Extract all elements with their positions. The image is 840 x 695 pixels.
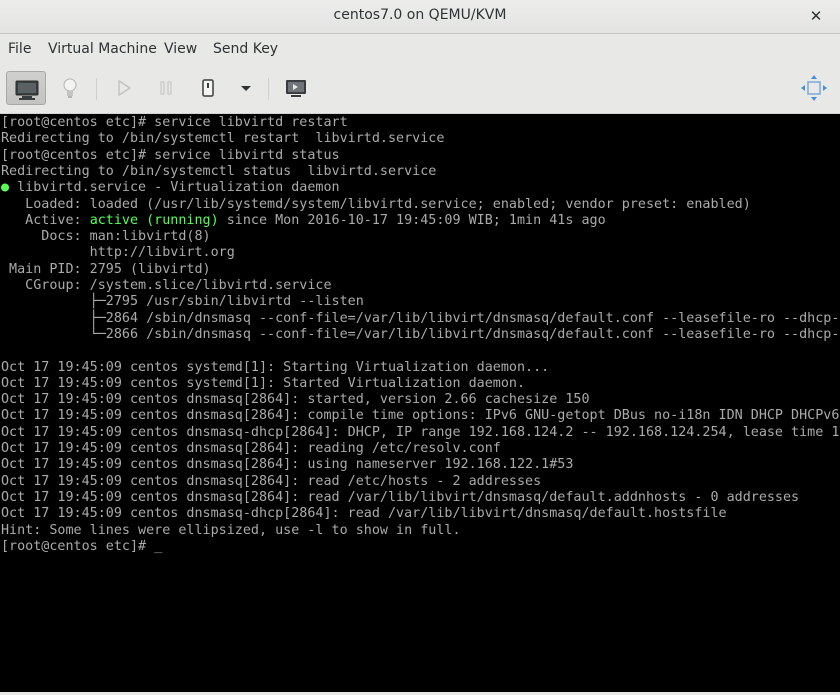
shell-prompt: [root@centos etc]# bbox=[1, 538, 155, 554]
run-icon bbox=[118, 79, 132, 97]
window-title: centos7.0 on QEMU/KVM bbox=[333, 7, 507, 23]
terminal-line: Oct 17 19:45:09 centos dnsmasq[2864]: st… bbox=[1, 392, 590, 408]
menu-virtual-machine[interactable]: Virtual Machine bbox=[48, 41, 157, 57]
console-view-button[interactable] bbox=[6, 71, 46, 105]
terminal-line: ├─2795 /usr/sbin/libvirtd --listen bbox=[1, 294, 364, 310]
close-icon: ✕ bbox=[809, 7, 823, 25]
terminal-line: [root@centos etc]# service libvirtd rest… bbox=[1, 115, 348, 130]
shutdown-icon bbox=[202, 79, 214, 97]
shutdown-menu-chevron-icon bbox=[241, 86, 251, 91]
vm-console[interactable]: [root@centos etc]# service libvirtd rest… bbox=[0, 114, 840, 692]
active-since: since Mon 2016-10-17 19:45:09 WIB; 1min … bbox=[218, 212, 606, 228]
toolbar-separator bbox=[96, 78, 97, 100]
terminal-line: Redirecting to /bin/systemctl restart li… bbox=[1, 131, 445, 147]
terminal-line: Main PID: 2795 (libvirtd) bbox=[1, 261, 211, 277]
terminal-line: Hint: Some lines were ellipsized, use -l… bbox=[1, 522, 461, 538]
terminal-line: ├─2864 /sbin/dnsmasq --conf-file=/var/li… bbox=[1, 310, 840, 326]
terminal-line-active: Active: active (running) since Mon 2016-… bbox=[1, 212, 606, 229]
console-view-icon bbox=[15, 80, 39, 100]
terminal-line: Oct 17 19:45:09 centos dnsmasq[2864]: re… bbox=[1, 489, 800, 505]
terminal-line: Oct 17 19:45:09 centos dnsmasq-dhcp[2864… bbox=[1, 506, 727, 522]
menu-bar: File Virtual Machine View Send Key bbox=[0, 34, 840, 64]
details-button[interactable] bbox=[52, 71, 88, 105]
menu-view[interactable]: View bbox=[164, 41, 197, 57]
pause-button[interactable] bbox=[148, 71, 184, 105]
vm-viewer-window: centos7.0 on QEMU/KVM ✕ File Virtual Mac… bbox=[0, 0, 840, 695]
run-button[interactable] bbox=[106, 71, 142, 105]
terminal-line: Oct 17 19:45:09 centos dnsmasq[2864]: re… bbox=[1, 441, 501, 456]
fullscreen-button[interactable] bbox=[796, 71, 832, 105]
text-cursor: _ bbox=[154, 538, 163, 554]
details-lightbulb-icon bbox=[63, 78, 77, 98]
terminal-line: Oct 17 19:45:09 centos systemd[1]: Start… bbox=[1, 375, 526, 391]
terminal-line: Docs: man:libvirtd(8) bbox=[1, 229, 211, 245]
terminal-line: CGroup: /system.slice/libvirtd.service bbox=[1, 278, 332, 293]
screenshot-monitor-icon bbox=[286, 80, 306, 97]
active-state: active (running) bbox=[89, 212, 219, 228]
terminal-prompt-line: [root@centos etc]# _ bbox=[1, 538, 162, 555]
menu-send-key[interactable]: Send Key bbox=[213, 41, 278, 57]
terminal-line: Redirecting to /bin/systemctl status lib… bbox=[1, 163, 437, 179]
terminal-line: Oct 17 19:45:09 centos dnsmasq[2864]: re… bbox=[1, 473, 542, 489]
terminal-line: [root@centos etc]# service libvirtd stat… bbox=[1, 147, 340, 163]
terminal-line: Loaded: loaded (/usr/lib/systemd/system/… bbox=[1, 196, 751, 212]
terminal-line: └─2866 /sbin/dnsmasq --conf-file=/var/li… bbox=[1, 326, 840, 342]
terminal-line: Oct 17 19:45:09 centos dnsmasq[2864]: co… bbox=[1, 408, 840, 424]
terminal-line: Oct 17 19:45:09 centos systemd[1]: Start… bbox=[1, 359, 550, 375]
close-button[interactable]: ✕ bbox=[804, 4, 828, 28]
toolbar bbox=[0, 64, 840, 114]
terminal-line: Oct 17 19:45:09 centos dnsmasq-dhcp[2864… bbox=[1, 424, 840, 440]
toolbar-separator bbox=[268, 78, 269, 100]
active-label: Active: bbox=[1, 212, 90, 228]
screenshot-button[interactable] bbox=[278, 71, 314, 105]
fullscreen-icon bbox=[801, 75, 827, 101]
terminal-line: libvirtd.service - Virtualization daemon bbox=[9, 180, 340, 196]
pause-icon bbox=[160, 81, 172, 95]
title-bar[interactable]: centos7.0 on QEMU/KVM ✕ bbox=[0, 0, 840, 34]
terminal-line: http://libvirt.org bbox=[1, 245, 235, 261]
shutdown-menu-button[interactable] bbox=[232, 71, 260, 105]
status-dot-icon: ● bbox=[1, 180, 10, 196]
menu-file[interactable]: File bbox=[8, 41, 31, 57]
shutdown-button[interactable] bbox=[190, 71, 226, 105]
terminal-line-service-header: ● libvirtd.service - Virtualization daem… bbox=[1, 179, 340, 196]
terminal-line: Oct 17 19:45:09 centos dnsmasq[2864]: us… bbox=[1, 457, 574, 473]
